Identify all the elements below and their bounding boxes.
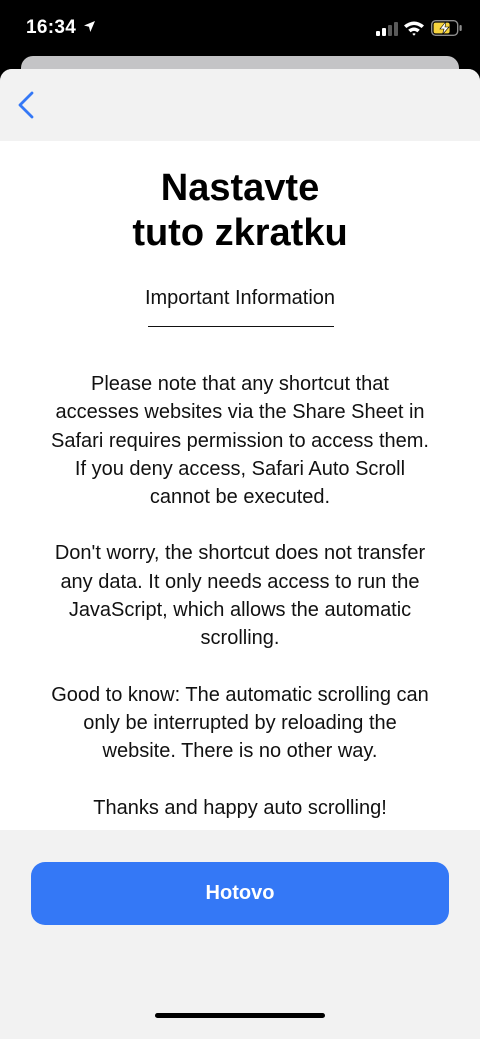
battery-charging-icon xyxy=(430,19,463,41)
paragraph-thanks: Thanks and happy auto scrolling! xyxy=(93,796,387,819)
cellular-signal-icon xyxy=(376,22,398,41)
divider xyxy=(148,326,334,327)
location-arrow-icon xyxy=(83,20,96,38)
nav-bar xyxy=(0,69,480,141)
section-subtitle: Important Information xyxy=(144,287,336,309)
chevron-left-icon[interactable] xyxy=(16,91,40,124)
modal-sheet: Nastavte tuto zkratku Important Informat… xyxy=(0,69,480,1039)
status-time: 16:34 xyxy=(26,17,77,38)
status-bar: 16:34 xyxy=(0,0,480,60)
title-line-2: tuto zkratku xyxy=(132,212,348,254)
paragraph-permission: Please note that any shortcut that acces… xyxy=(51,373,429,509)
page-title: Nastavte tuto zkratku xyxy=(0,166,480,256)
footer: Hotovo xyxy=(0,830,480,1039)
content-area: Nastavte tuto zkratku Important Informat… xyxy=(0,141,480,830)
done-button[interactable]: Hotovo xyxy=(31,862,449,925)
home-indicator[interactable] xyxy=(155,1013,325,1018)
paragraph-good-to-know: Good to know: The automatic scrolling ca… xyxy=(51,683,429,763)
info-text: Please note that any shortcut that acces… xyxy=(24,370,456,850)
title-line-1: Nastavte xyxy=(160,167,320,209)
wifi-icon xyxy=(403,20,425,41)
paragraph-no-data: Don't worry, the shortcut does not trans… xyxy=(54,542,426,650)
